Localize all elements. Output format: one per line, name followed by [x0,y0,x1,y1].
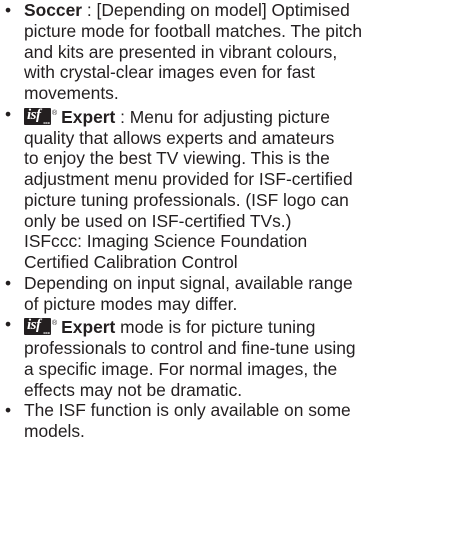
text-line: isf ccc ® Expert mode is for picture tuning [24,314,459,338]
text-line: Certified Calibration Control [24,252,238,272]
text-line: and kits are presented in vibrant colour… [24,41,338,62]
text-line: picture mode for football matches. The p… [24,20,363,41]
text-line: quality that allows experts and amateurs [24,127,335,148]
list-item-expert-mode-note: • isf ccc ® Expert mode is for picture tuni… [0,314,459,400]
text-line: movements. [24,83,119,103]
isf-logo-text: isf [27,317,41,334]
isf-logo-text: isf [27,106,41,123]
text-line: models. [24,421,85,441]
text-line: a specific image. For normal images, the [24,358,338,379]
text-line: isf ccc ® Expert : Menu for adjusting pictu… [24,104,459,128]
isf-logo-subtext: ccc [43,119,50,125]
text-line: with crystal-clear images even for fast [24,62,315,83]
term-soccer: Soccer [24,0,83,20]
text-line: Depending on input signal, available ran… [24,272,353,293]
text-line: ISFccc: Imaging Science Foundation [24,231,308,252]
trademark-mark: ® [52,320,58,328]
text-fragment: : [Depending on model] Optimised [82,0,350,20]
text-line: adjustment menu provided for ISF-certifi… [24,169,353,189]
isf-logo-icon: isf ccc [24,317,51,336]
list-item-input-signal-note: • Depending on input signal, available r… [0,273,459,315]
document-body: • Soccer : [Depending on model] Optimise… [0,0,459,442]
text-line: to enjoy the best TV viewing. This is th… [24,148,330,169]
bullet: • [5,103,12,124]
text-line: professionals to control and fine-tune u… [24,338,356,358]
isf-logo-icon: isf ccc [24,106,51,125]
bullet: • [5,400,12,421]
trademark-mark: ® [52,109,58,117]
bullet: • [5,314,12,335]
list-item-isf-expert: • isf ccc ® Expert : Menu for adjusting pic… [0,104,459,273]
bullet: • [5,0,12,20]
text-line: of picture modes may differ. [24,293,238,314]
term-expert: Expert [61,317,116,338]
list-item-soccer: • Soccer : [Depending on model] Optimise… [0,0,459,104]
text-fragment: : Menu for adjusting picture [115,106,330,127]
list-item-isf-availability-note: • The ISF function is only available on … [0,400,459,442]
text-line: picture tuning professionals. (ISF logo … [24,189,349,210]
text-line: effects may not be dramatic. [24,379,243,400]
text-fragment: mode is for picture tuning [115,317,316,338]
text-line: Soccer : [Depending on model] Optimised [24,0,459,21]
text-line: The ISF function is only available on so… [24,400,351,421]
isf-logo-subtext: ccc [43,330,50,336]
text-line: only be used on ISF-certified TVs.) [24,210,292,231]
bullet: • [5,272,12,293]
term-expert: Expert [61,106,116,127]
